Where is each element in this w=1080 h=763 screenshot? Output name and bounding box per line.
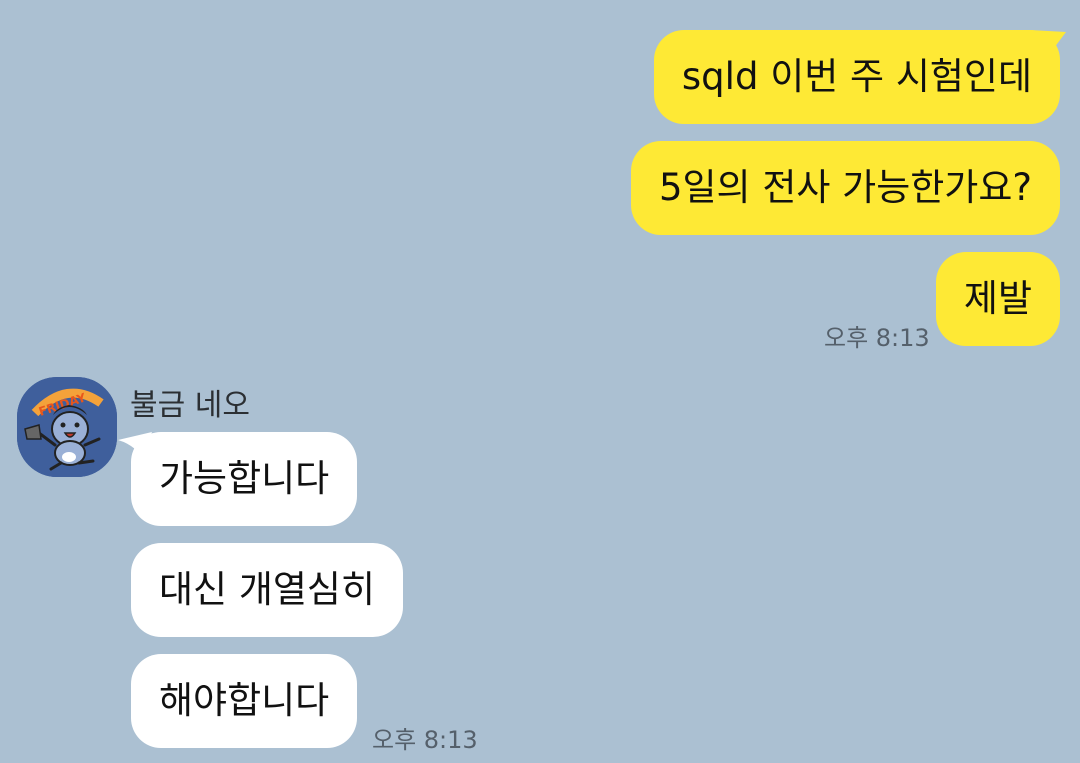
message-timestamp: 오후 8:13 (824, 324, 930, 352)
message-timestamp: 오후 8:13 (372, 726, 478, 754)
message-text: 가능합니다 (159, 457, 330, 500)
incoming-message[interactable]: 가능합니다 (131, 432, 358, 526)
sender-avatar[interactable]: FRIDAY (17, 377, 117, 477)
sender-name: 불금 네오 (130, 388, 250, 423)
incoming-message[interactable]: 해야합니다 (131, 654, 358, 748)
outgoing-message[interactable]: 5일의 전사 가능한가요? (630, 141, 1060, 235)
message-text: 5일의 전사 가능한가요? (658, 166, 1032, 209)
message-text: 제발 (963, 277, 1032, 320)
message-text: 대신 개열심히 (159, 568, 376, 611)
incoming-message[interactable]: 대신 개열심히 (131, 543, 404, 637)
outgoing-message[interactable]: sqld 이번 주 시험인데 (653, 30, 1060, 124)
message-text: 해야합니다 (159, 679, 330, 722)
outgoing-message[interactable]: 제발 (935, 252, 1060, 346)
neo-character-icon: FRIDAY (17, 377, 117, 477)
message-text: sqld 이번 주 시험인데 (681, 55, 1032, 98)
